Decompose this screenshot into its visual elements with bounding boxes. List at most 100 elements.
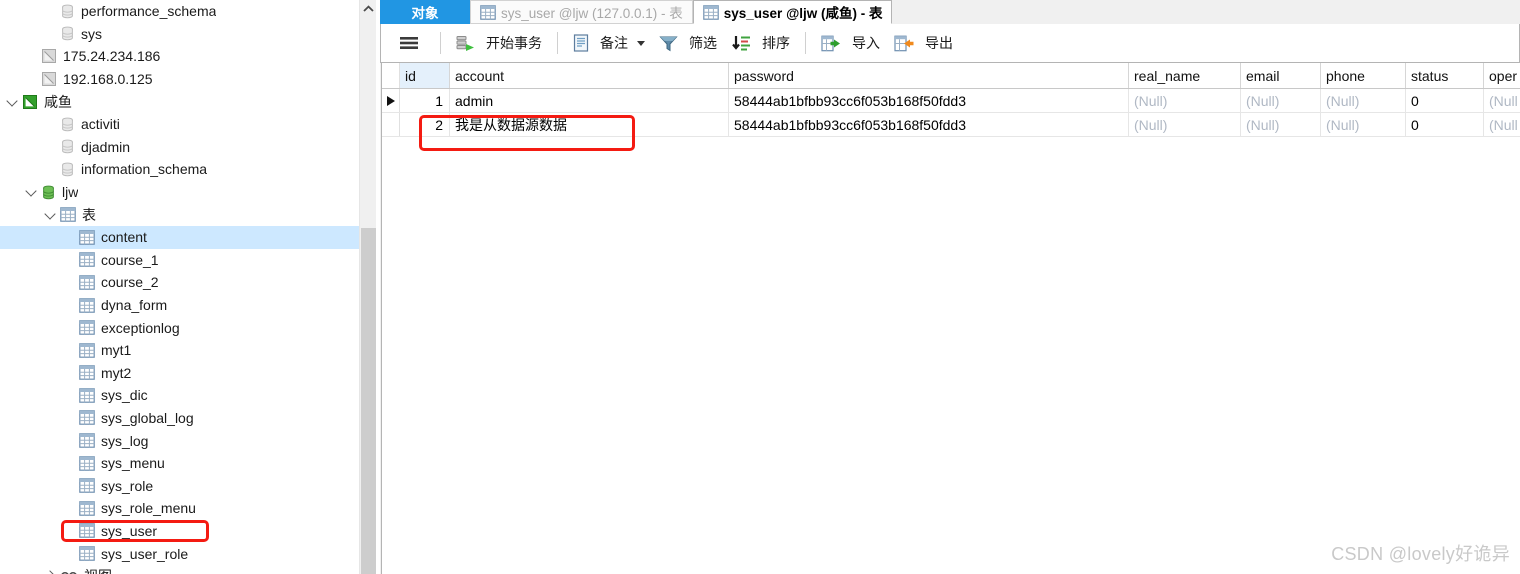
- tree-item-表[interactable]: 表: [0, 203, 359, 226]
- cell-value: 1: [435, 92, 443, 109]
- tree-item-performance_schema[interactable]: performance_schema: [0, 0, 359, 23]
- cell-phone[interactable]: (Null): [1321, 89, 1406, 112]
- chevron-down-icon[interactable]: [44, 208, 58, 222]
- tab-objects[interactable]: 对象: [380, 0, 470, 24]
- tree-twisty-spacer: [44, 117, 58, 131]
- table-icon: [79, 229, 95, 245]
- column-header-label: real_name: [1134, 67, 1201, 84]
- cell-account[interactable]: 我是从数据源数据: [450, 113, 729, 136]
- tree-item-sys_menu[interactable]: sys_menu: [0, 452, 359, 475]
- cell-password[interactable]: 58444ab1bfbb93cc6f053b168f50fdd3: [729, 89, 1129, 112]
- hamburger-menu-button[interactable]: [392, 29, 432, 57]
- tab-2[interactable]: sys_user @ljw (咸鱼) - 表: [692, 0, 893, 24]
- tree-item-activiti[interactable]: activiti: [0, 113, 359, 136]
- chevron-right-icon[interactable]: [44, 569, 58, 574]
- tree-item-myt2[interactable]: myt2: [0, 362, 359, 385]
- tree-item-myt1[interactable]: myt1: [0, 339, 359, 362]
- grid-column-header-id[interactable]: id: [400, 63, 450, 88]
- tree-twisty-spacer: [63, 524, 77, 538]
- grid-column-header-oper[interactable]: oper: [1484, 63, 1520, 88]
- column-header-label: account: [455, 67, 505, 84]
- table-icon: [79, 297, 95, 313]
- chevron-up-icon[interactable]: [360, 0, 376, 17]
- row-gutter[interactable]: [382, 89, 400, 112]
- cell-real_name[interactable]: (Null): [1129, 89, 1241, 112]
- tree-vertical-scrollbar[interactable]: [359, 0, 376, 574]
- column-header-label: status: [1411, 67, 1449, 84]
- tree-item-label: sys_log: [101, 432, 149, 449]
- tree-item-sys_role_menu[interactable]: sys_role_menu: [0, 497, 359, 520]
- tree-scrollbar-thumb[interactable]: [361, 228, 376, 574]
- toolbar-filter-button[interactable]: 筛选: [652, 29, 724, 57]
- tab-label: sys_user @ljw (咸鱼) - 表: [723, 6, 883, 21]
- toolbar-note-button[interactable]: 备注: [566, 29, 652, 57]
- grid-column-header-account[interactable]: account: [450, 63, 729, 88]
- tree-item-sys_user[interactable]: sys_user: [0, 520, 359, 543]
- tree-item-咸鱼[interactable]: 咸鱼: [0, 90, 359, 113]
- cell-email[interactable]: (Null): [1241, 89, 1321, 112]
- tree-item-label: djadmin: [81, 138, 131, 155]
- main-content-area: 对象 sys_user @ljw (127.0.0.1) - 表 sys_user …: [380, 0, 1520, 574]
- cell-id[interactable]: 2: [400, 113, 450, 136]
- chevron-down-icon[interactable]: [637, 40, 645, 46]
- grid-column-header-phone[interactable]: phone: [1321, 63, 1406, 88]
- row-gutter[interactable]: [382, 113, 400, 136]
- tree-item-course_1[interactable]: course_1: [0, 249, 359, 272]
- cell-email[interactable]: (Null): [1241, 113, 1321, 136]
- tree-item-information_schema[interactable]: information_schema: [0, 158, 359, 181]
- tree-item-course_2[interactable]: course_2: [0, 271, 359, 294]
- chevron-down-icon[interactable]: [6, 95, 20, 109]
- cell-phone[interactable]: (Null): [1321, 113, 1406, 136]
- tree-item-sys_log[interactable]: sys_log: [0, 429, 359, 452]
- cell-status[interactable]: 0: [1406, 89, 1484, 112]
- data-grid[interactable]: id account password real_name email phone stat…: [381, 63, 1520, 574]
- tree-item-label: sys: [81, 25, 102, 42]
- tree-item-dyna_form[interactable]: dyna_form: [0, 294, 359, 317]
- tree-item-label: sys_menu: [101, 455, 165, 472]
- cell-oper[interactable]: (Null: [1484, 89, 1520, 112]
- cell-status[interactable]: 0: [1406, 113, 1484, 136]
- tree-item-sys_global_log[interactable]: sys_global_log: [0, 407, 359, 430]
- tree-item-djadmin[interactable]: djadmin: [0, 136, 359, 159]
- tab-strip[interactable]: 对象 sys_user @ljw (127.0.0.1) - 表 sys_user …: [380, 0, 1520, 24]
- grid-column-header-status[interactable]: status: [1406, 63, 1484, 88]
- grid-column-header-email[interactable]: email: [1241, 63, 1321, 88]
- toolbar-import-button[interactable]: 导入: [814, 29, 887, 57]
- table-row[interactable]: 1 admin 58444ab1bfbb93cc6f053b168f50fdd3 (N…: [382, 89, 1520, 113]
- cell-id[interactable]: 1: [400, 89, 450, 112]
- import-icon: [821, 35, 841, 52]
- tree-item-sys_role[interactable]: sys_role: [0, 474, 359, 497]
- tree-item-label: sys_user: [101, 522, 158, 539]
- cell-real_name[interactable]: (Null): [1129, 113, 1241, 136]
- tree-item-175-24-234-186[interactable]: 175.24.234.186: [0, 45, 359, 68]
- cell-account[interactable]: admin: [450, 89, 729, 112]
- tree-item-exceptionlog[interactable]: exceptionlog: [0, 316, 359, 339]
- tab-1[interactable]: sys_user @ljw (127.0.0.1) - 表: [470, 0, 693, 24]
- database-tree-panel[interactable]: performance_schemasys 175.24.234.186 192.1…: [0, 0, 359, 574]
- tree-item-ljw[interactable]: ljw: [0, 181, 359, 204]
- grid-column-header-real_name[interactable]: real_name: [1129, 63, 1241, 88]
- tree-item-label: myt1: [101, 342, 132, 359]
- tree-twisty-spacer: [44, 27, 58, 41]
- chevron-down-icon[interactable]: [25, 185, 39, 199]
- toolbar-sort-button[interactable]: 排序: [724, 29, 797, 57]
- cell-password[interactable]: 58444ab1bfbb93cc6f053b168f50fdd3: [729, 113, 1129, 136]
- tree-item-sys_dic[interactable]: sys_dic: [0, 384, 359, 407]
- table-folder-icon: [60, 207, 76, 222]
- toolbar-begin-transaction-button[interactable]: 开始事务: [449, 29, 549, 57]
- tree-twisty-spacer: [63, 253, 77, 267]
- tree-item-192-168-0-125[interactable]: 192.168.0.125: [0, 68, 359, 91]
- tree-twisty-spacer: [63, 479, 77, 493]
- grid-toolbar[interactable]: 开始事务 备注 筛选 排序 导入 导出: [380, 24, 1520, 62]
- toolbar-export-button[interactable]: 导出: [887, 29, 960, 57]
- grid-column-header-password[interactable]: password: [729, 63, 1129, 88]
- export-icon: [894, 35, 914, 52]
- toolbar-separator: [557, 32, 558, 54]
- tree-item-content[interactable]: content: [0, 225, 359, 249]
- tree-item-sys_user_role[interactable]: sys_user_role: [0, 542, 359, 565]
- cell-oper[interactable]: (Null: [1484, 113, 1520, 136]
- table-row[interactable]: 2 我是从数据源数据 58444ab1bfbb93cc6f053b168f50fdd…: [382, 113, 1520, 137]
- tree-item-sys[interactable]: sys: [0, 23, 359, 46]
- table-icon: [79, 388, 95, 403]
- tree-item-视图[interactable]: 视图: [0, 565, 359, 574]
